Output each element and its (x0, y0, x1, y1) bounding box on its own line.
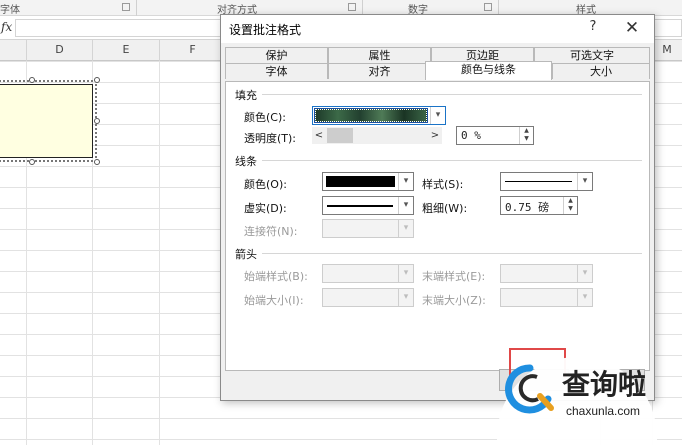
comment-box[interactable] (0, 80, 97, 162)
chevron-down-icon[interactable]: ▾ (398, 197, 413, 214)
line-section-title: 线条 (235, 155, 257, 168)
chevron-right-icon[interactable]: > (428, 127, 442, 144)
spin-up-icon[interactable]: ▲ (520, 127, 533, 135)
chevron-down-icon[interactable]: ▾ (398, 220, 413, 237)
resize-handle[interactable] (94, 159, 100, 165)
spin-down-icon[interactable]: ▼ (564, 205, 577, 213)
comment-fill (0, 84, 93, 158)
tab-panel: 填充 颜色(C): ▾ 透明度(T): < > 0 % ▲ ▼ 线条 颜色(O)… (225, 81, 650, 371)
chevron-down-icon[interactable]: ▾ (430, 107, 445, 124)
tab-font[interactable]: 字体 (225, 63, 328, 79)
begin-style-dropdown[interactable]: ▾ (322, 264, 414, 283)
fill-color-label: 颜色(C): (244, 111, 286, 124)
dialog-titlebar[interactable]: 设置批注格式 ? ✕ (221, 15, 654, 43)
transparency-slider[interactable]: < > (312, 127, 442, 144)
end-style-dropdown[interactable]: ▾ (500, 264, 593, 283)
dialog-title: 设置批注格式 (229, 23, 302, 37)
connector-label: 连接符(N): (244, 225, 298, 238)
dash-dropdown[interactable]: ▾ (322, 196, 414, 215)
fill-section-title: 填充 (235, 89, 257, 102)
line-color-dropdown[interactable]: ▾ (322, 172, 414, 191)
slider-thumb[interactable] (327, 128, 353, 143)
close-button[interactable]: ✕ (619, 17, 645, 39)
fill-color-dropdown[interactable]: ▾ (312, 106, 446, 125)
end-size-label: 末端大小(Z): (422, 294, 486, 307)
line-style-sample (505, 181, 572, 182)
section-divider (262, 160, 642, 161)
chevron-down-icon[interactable]: ▾ (577, 173, 592, 190)
watermark-text-cn: 查询啦 (562, 368, 647, 401)
begin-style-label: 始端样式(B): (244, 270, 308, 283)
column-header-c[interactable] (0, 40, 27, 61)
tab-properties[interactable]: 属性 (328, 47, 431, 63)
weight-value: 0.75 磅 (505, 201, 550, 214)
format-comment-dialog: 设置批注格式 ? ✕ 保护 属性 页边距 可选文字 字体 对齐 颜色与线条 大小… (220, 14, 655, 401)
chevron-down-icon[interactable]: ▾ (398, 173, 413, 190)
column-header-m[interactable]: M (652, 40, 682, 61)
begin-size-dropdown[interactable]: ▾ (322, 288, 414, 307)
chevron-down-icon[interactable]: ▾ (577, 265, 592, 282)
arrows-section-title: 箭头 (235, 248, 257, 261)
line-color-label: 颜色(O): (244, 178, 287, 191)
line-style-dropdown[interactable]: ▾ (500, 172, 593, 191)
section-divider (262, 94, 642, 95)
chevron-left-icon[interactable]: < (312, 127, 326, 144)
column-header-e[interactable]: E (93, 40, 160, 61)
dialog-launcher-icon[interactable] (122, 3, 130, 11)
tab-colors-and-lines[interactable]: 颜色与线条 (425, 61, 552, 80)
begin-size-label: 始端大小(I): (244, 294, 304, 307)
tab-size[interactable]: 大小 (552, 63, 650, 79)
resize-handle[interactable] (29, 159, 35, 165)
transparency-value: 0 % (461, 129, 481, 142)
watermark-logo-icon (505, 364, 554, 414)
chevron-down-icon[interactable]: ▾ (577, 289, 592, 306)
ribbon-group-font: 字体 (0, 5, 20, 16)
transparency-stepper[interactable]: ▲ ▼ (519, 127, 533, 144)
dash-sample (327, 205, 393, 207)
resize-handle[interactable] (94, 118, 100, 124)
weight-stepper[interactable]: ▲ ▼ (563, 197, 577, 214)
grid-line (159, 61, 160, 445)
ribbon-separator (136, 0, 137, 16)
column-header-f[interactable]: F (160, 40, 226, 61)
chevron-down-icon[interactable]: ▾ (398, 289, 413, 306)
line-style-label: 样式(S): (422, 178, 464, 191)
chevron-down-icon[interactable]: ▾ (398, 265, 413, 282)
dialog-launcher-icon[interactable] (484, 3, 492, 11)
spin-up-icon[interactable]: ▲ (564, 197, 577, 205)
line-color-swatch (326, 176, 395, 187)
help-button[interactable]: ? (581, 19, 605, 39)
transparency-label: 透明度(T): (244, 132, 297, 145)
tab-protection[interactable]: 保护 (225, 47, 328, 63)
column-header-d[interactable]: D (27, 40, 93, 61)
dialog-launcher-icon[interactable] (348, 3, 356, 11)
resize-handle[interactable] (94, 77, 100, 83)
dash-label: 虚实(D): (244, 202, 287, 215)
end-size-dropdown[interactable]: ▾ (500, 288, 593, 307)
weight-label: 粗细(W): (422, 202, 468, 215)
spin-down-icon[interactable]: ▼ (520, 135, 533, 143)
section-divider (262, 253, 642, 254)
fill-color-swatch (314, 108, 428, 123)
transparency-input[interactable]: 0 % ▲ ▼ (456, 126, 534, 145)
watermark-text-en: chaxunla.com (566, 404, 641, 418)
resize-handle[interactable] (29, 77, 35, 83)
fx-icon[interactable]: fx (1, 20, 12, 34)
weight-input[interactable]: 0.75 磅 ▲ ▼ (500, 196, 578, 215)
connector-dropdown[interactable]: ▾ (322, 219, 414, 238)
end-style-label: 末端样式(E): (422, 270, 486, 283)
tab-alignment[interactable]: 对齐 (328, 63, 431, 79)
